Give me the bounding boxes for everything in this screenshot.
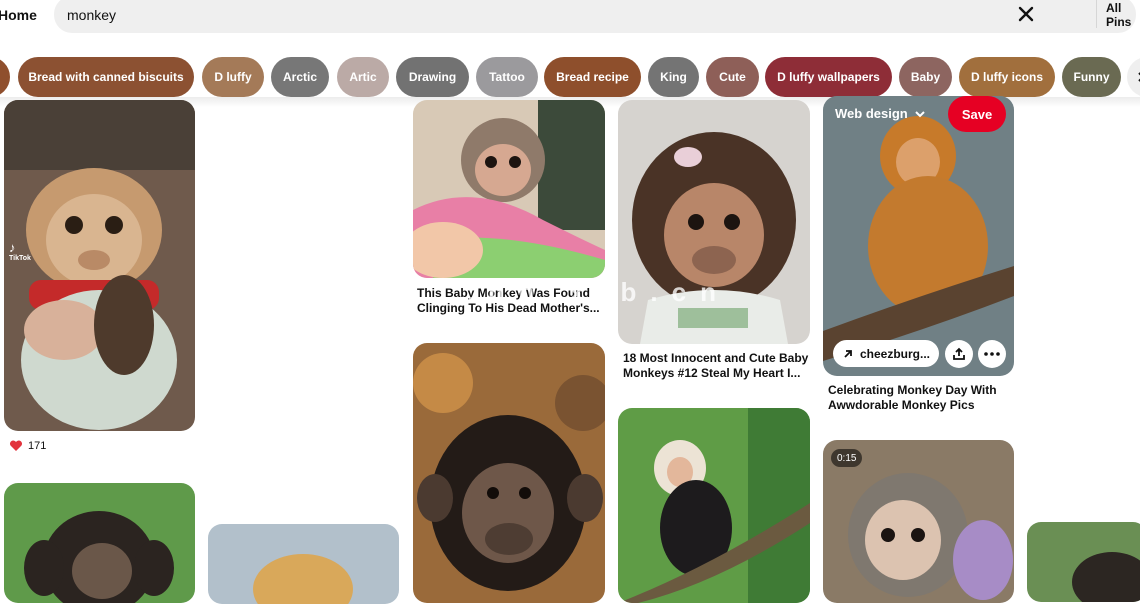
chip-d-luffy-icons[interactable]: D luffy icons — [959, 57, 1055, 97]
search-bar[interactable]: monkey All Pins — [54, 0, 1136, 33]
chip-label: D luffy icons — [971, 70, 1043, 84]
monkey-photo — [823, 96, 1014, 376]
pin-image-chimp-ears[interactable] — [4, 483, 195, 603]
chip-cute[interactable]: Cute — [706, 57, 759, 97]
clear-search-button[interactable] — [1014, 2, 1038, 26]
pin-filter-dropdown[interactable]: All Pins — [1106, 5, 1140, 25]
chevron-right-icon — [1135, 71, 1140, 83]
board-label: Web design — [835, 106, 908, 121]
pin-image-baby-blanket[interactable] — [413, 100, 605, 278]
chip-label: D luffy wallpapers — [777, 70, 880, 84]
reaction-count: 171 — [28, 440, 46, 452]
chip-tattoo[interactable]: Tattoo — [476, 57, 538, 97]
top-bar: Home monkey All Pins — [0, 0, 1140, 34]
chip-label: King — [660, 70, 687, 84]
monkey-photo — [413, 100, 605, 278]
pin-image-golden-monkey[interactable] — [823, 96, 1014, 376]
chip-label: Artic — [349, 70, 376, 84]
more-options-button[interactable] — [978, 340, 1006, 368]
search-divider — [1096, 0, 1097, 28]
pin-source-link[interactable]: cheezburg... — [833, 340, 939, 367]
pin-image-partial[interactable] — [208, 524, 399, 604]
chip-label: Tattoo — [489, 70, 525, 84]
chip-label: Drawing — [409, 70, 456, 84]
pin-image-capuchin-branch[interactable] — [618, 408, 810, 603]
chip-drawing[interactable]: Drawing — [396, 57, 469, 97]
monkey-photo — [618, 408, 810, 603]
pin-image-capuchin-baby[interactable] — [4, 100, 195, 431]
monkey-photo — [413, 343, 605, 603]
chip-label: Bread with canned biscuits — [28, 70, 183, 84]
pin-title[interactable]: Celebrating Monkey Day With Awwdorable M… — [828, 383, 1018, 413]
chevron-down-icon — [914, 108, 926, 120]
tiktok-icon: ♪ — [9, 240, 31, 255]
monkey-photo — [208, 524, 399, 604]
chip-label: Baby — [911, 70, 940, 84]
search-input[interactable]: monkey — [67, 7, 116, 23]
chip-baby[interactable]: Baby — [899, 57, 952, 97]
more-icon — [984, 352, 1000, 356]
site-watermark: 技艺C...dn.xfb.cn — [312, 272, 730, 309]
chip-label: Arctic — [283, 70, 317, 84]
pin-reactions[interactable]: 171 — [9, 440, 46, 452]
share-button[interactable] — [945, 340, 973, 368]
tiktok-label: TikTok — [9, 255, 31, 262]
source-link-label: cheezburg... — [860, 347, 930, 361]
pin-image-partial-right[interactable] — [1027, 522, 1140, 602]
chip-partial[interactable] — [0, 57, 10, 97]
heart-icon — [9, 440, 23, 452]
home-link[interactable]: Home — [0, 7, 37, 23]
video-duration-badge: 0:15 — [831, 449, 862, 467]
chip-label: Funny — [1074, 70, 1110, 84]
related-search-chips: Bread with canned biscuits D luffy Arcti… — [0, 57, 1140, 97]
share-icon — [952, 347, 966, 361]
chip-label: Cute — [719, 70, 746, 84]
monkey-photo — [1027, 522, 1140, 602]
tiktok-watermark: ♪ TikTok — [9, 240, 31, 262]
chip-funny[interactable]: Funny — [1062, 57, 1121, 97]
close-icon — [1014, 2, 1038, 26]
filter-label: All Pins — [1106, 1, 1136, 29]
pin-title[interactable]: 18 Most Innocent and Cute Baby Monkeys #… — [623, 351, 813, 381]
board-selector[interactable]: Web design — [835, 106, 926, 121]
chip-d-luffy-wallpapers[interactable]: D luffy wallpapers — [765, 57, 892, 97]
save-button[interactable]: Save — [948, 96, 1006, 132]
chip-arctic[interactable]: Arctic — [271, 57, 329, 97]
chip-king[interactable]: King — [648, 57, 699, 97]
monkey-photo — [4, 483, 195, 603]
chip-bread-recipe[interactable]: Bread recipe — [544, 57, 641, 97]
pin-image-chimpanzee[interactable] — [413, 343, 605, 603]
monkey-photo — [4, 100, 195, 431]
arrow-up-right-icon — [842, 348, 854, 360]
chips-next-button[interactable] — [1127, 57, 1140, 97]
chip-label: D luffy — [214, 70, 251, 84]
chip-artic[interactable]: Artic — [337, 57, 389, 97]
chip-d-luffy[interactable]: D luffy — [202, 57, 264, 97]
chip-label: Bread recipe — [556, 70, 629, 84]
chip-bread-with-canned-biscuits[interactable]: Bread with canned biscuits — [18, 57, 194, 97]
